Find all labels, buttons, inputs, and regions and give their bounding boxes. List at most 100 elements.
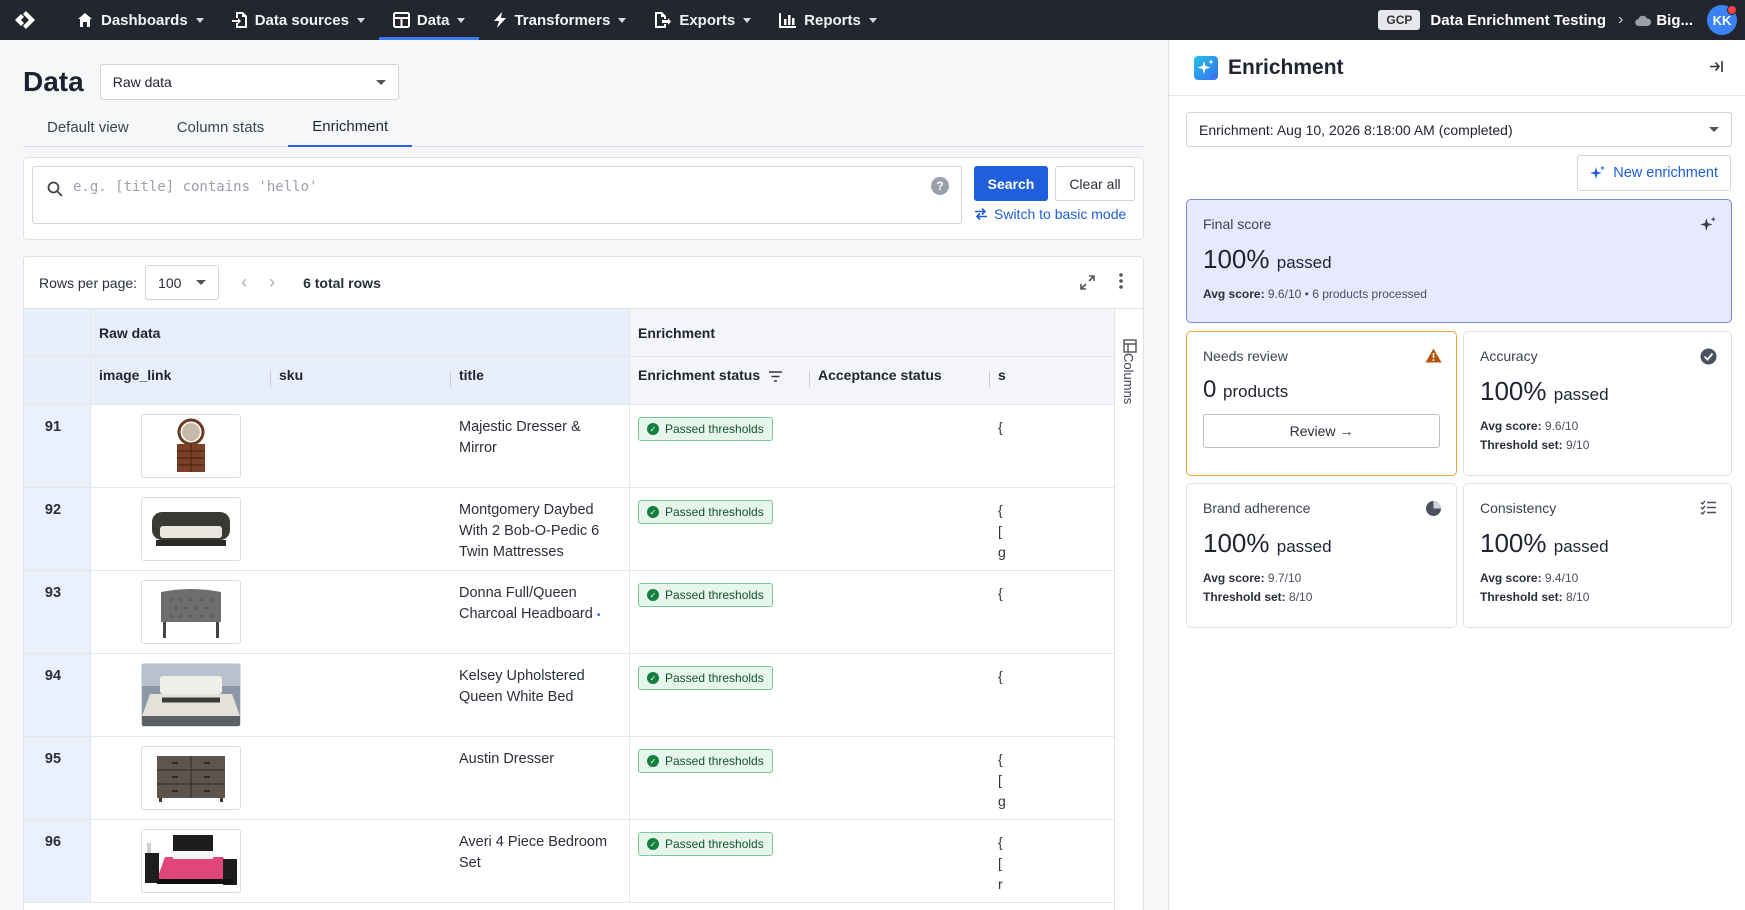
table-row[interactable]: 92 Montgomery Daybed With 2 Bob-O-Pedic … xyxy=(24,488,1114,571)
brand-unit: passed xyxy=(1276,537,1332,556)
acceptance-status-cell xyxy=(810,488,990,570)
tab-default-view[interactable]: Default view xyxy=(23,108,153,147)
nav-data[interactable]: Data xyxy=(378,0,480,40)
table-row[interactable]: 96 Averi 4 Piece Bedroom Set ✓ Passed thr… xyxy=(24,820,1114,903)
nav-dashboards[interactable]: Dashboards xyxy=(62,0,218,40)
project-name[interactable]: Data Enrichment Testing xyxy=(1430,12,1606,29)
sku-cell xyxy=(271,737,451,819)
col-header-enrichment-status[interactable]: Enrichment status xyxy=(630,357,810,404)
search-icon xyxy=(47,181,63,197)
collapse-panel-icon[interactable] xyxy=(1709,60,1723,73)
enrichment-status-cell: ✓ Passed thresholds xyxy=(630,405,810,487)
row-number: 93 xyxy=(24,571,91,653)
main-content: Data Raw data Default view Column stats … xyxy=(0,40,1168,910)
title-cell: Kelsey Upholstered Queen White Bed xyxy=(451,654,630,736)
next-page-icon[interactable]: › xyxy=(269,272,275,293)
more-vertical-icon[interactable] xyxy=(1119,273,1123,289)
sparkle-icon xyxy=(1700,216,1716,231)
tab-enrichment[interactable]: Enrichment xyxy=(288,108,413,147)
status-badge-label: Passed thresholds xyxy=(665,421,764,436)
enrichment-run-value: Enrichment: Aug 10, 2026 8:18:00 AM (com… xyxy=(1199,121,1513,138)
final-avg-value: 9.6/10 xyxy=(1267,287,1302,301)
status-badge: ✓ Passed thresholds xyxy=(638,832,773,856)
accuracy-avg: 9.6/10 xyxy=(1544,419,1579,433)
consistency-card: Consistency 100% passed Avg score: 9.4/1… xyxy=(1463,483,1732,628)
view-select-value: Raw data xyxy=(112,74,172,90)
chevron-down-icon xyxy=(195,17,204,23)
table-row[interactable]: 93 Donna Full/Queen Charcoal Headboard •… xyxy=(24,571,1114,654)
col-header-s[interactable]: s xyxy=(990,357,1114,404)
enrichment-run-select[interactable]: Enrichment: Aug 10, 2026 8:18:00 AM (com… xyxy=(1186,112,1732,147)
product-image[interactable] xyxy=(141,663,241,727)
help-icon[interactable]: ? xyxy=(931,177,949,195)
table-row[interactable]: 94 Kelsey Upholstered Queen White Bed ✓ P… xyxy=(24,654,1114,737)
nav-transformers[interactable]: Transformers xyxy=(479,0,640,40)
table-row[interactable]: 95 Austin Dresser ✓ Passed thresholds { [… xyxy=(24,737,1114,820)
avatar[interactable]: KK xyxy=(1707,5,1737,35)
pie-chart-icon xyxy=(1426,501,1441,516)
chevron-right-icon: › xyxy=(1618,11,1624,28)
nav-reports-label: Reports xyxy=(804,11,861,29)
product-image[interactable] xyxy=(141,580,241,644)
nav-data-sources[interactable]: Data sources xyxy=(218,0,379,40)
clear-all-button[interactable]: Clear all xyxy=(1055,166,1135,201)
acceptance-status-cell xyxy=(810,737,990,819)
image-link-cell xyxy=(91,405,271,487)
prev-page-icon[interactable]: ‹ xyxy=(241,272,247,293)
home-icon xyxy=(78,13,92,27)
enrichment-group-header: Enrichment xyxy=(630,309,1114,356)
panel-title: Enrichment xyxy=(1228,55,1344,79)
new-enrichment-button[interactable]: New enrichment xyxy=(1577,155,1731,191)
bar-chart-icon xyxy=(779,13,797,28)
col-header-label: Acceptance status xyxy=(818,367,942,383)
nav-exports[interactable]: Exports xyxy=(640,0,765,40)
edited-dot-icon: • xyxy=(596,610,601,621)
product-image[interactable] xyxy=(141,497,241,561)
title-cell: Austin Dresser xyxy=(451,737,630,819)
switch-basic-mode-link[interactable]: Switch to basic mode xyxy=(974,206,1126,222)
extra-cell: { [ g xyxy=(998,502,1006,560)
view-select[interactable]: Raw data xyxy=(99,64,399,100)
nav-reports[interactable]: Reports xyxy=(765,0,891,40)
review-button[interactable]: Review → xyxy=(1203,414,1440,448)
status-badge-label: Passed thresholds xyxy=(665,753,764,768)
search-button[interactable]: Search xyxy=(974,166,1048,201)
nav-transformers-label: Transformers xyxy=(514,11,611,29)
page-title: Data xyxy=(23,66,84,97)
app-logo-icon[interactable] xyxy=(12,7,38,33)
query-box[interactable]: ? xyxy=(32,166,962,224)
rows-per-page-select[interactable]: 100 xyxy=(145,265,220,300)
consistency-avg-label: Avg score: xyxy=(1480,571,1542,585)
expand-icon[interactable] xyxy=(1080,275,1095,290)
product-image[interactable] xyxy=(141,746,241,810)
total-rows: 6 total rows xyxy=(303,274,381,291)
acceptance-status-cell xyxy=(810,820,990,902)
needs-review-unit: products xyxy=(1223,382,1289,401)
col-header-image-link[interactable]: image_link xyxy=(91,357,271,404)
final-score-card: Final score 100% passed Avg score: 9.6/1… xyxy=(1186,199,1732,323)
rows-per-page-value: 100 xyxy=(158,274,182,291)
filter-icon[interactable] xyxy=(769,371,782,382)
query-input[interactable] xyxy=(73,179,893,195)
status-badge-label: Passed thresholds xyxy=(665,670,764,685)
caret-down-icon xyxy=(375,79,386,85)
col-header-title[interactable]: title xyxy=(451,357,630,404)
final-processed: 6 products processed xyxy=(1312,287,1427,301)
checklist-icon xyxy=(1700,500,1716,515)
image-link-cell xyxy=(91,654,271,736)
columns-toggle[interactable]: Columns xyxy=(1114,309,1143,910)
raw-data-group-header: Raw data xyxy=(91,309,630,356)
needs-review-value: 0 xyxy=(1203,376,1217,403)
col-header-acceptance-status[interactable]: Acceptance status xyxy=(810,357,990,404)
product-image[interactable] xyxy=(141,829,241,893)
caret-down-icon xyxy=(196,280,207,285)
table-row[interactable]: 91 Majestic Dresser & Mirror ✓ Passed thr… xyxy=(24,405,1114,488)
product-image[interactable] xyxy=(141,414,241,478)
extra-cell: { xyxy=(998,668,1003,684)
tab-column-stats[interactable]: Column stats xyxy=(153,108,289,147)
check-circle-icon: ✓ xyxy=(647,672,659,684)
col-header-sku[interactable]: sku xyxy=(271,357,451,404)
store-switcher[interactable]: Big... xyxy=(1635,12,1693,29)
status-badge: ✓ Passed thresholds xyxy=(638,583,773,607)
title-cell: Averi 4 Piece Bedroom Set xyxy=(451,820,630,902)
